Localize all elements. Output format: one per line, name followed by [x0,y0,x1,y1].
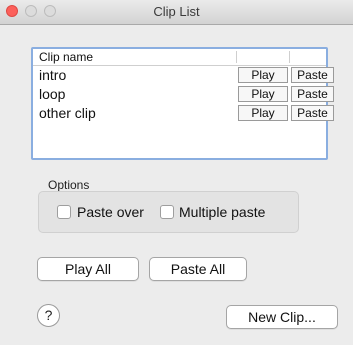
column-header-clip-name[interactable]: Clip name [39,50,93,64]
play-clip-button[interactable]: Play [238,86,288,102]
clip-name-cell: intro [39,67,67,83]
paste-over-checkbox[interactable] [57,205,71,219]
clip-table[interactable]: Clip name intro Play Paste loop Play Pas… [31,47,334,160]
help-icon[interactable]: ? [37,304,60,327]
table-row[interactable]: loop Play Paste [33,85,334,104]
title-bar[interactable]: Clip List [0,0,353,25]
clip-name-cell: other clip [39,105,96,121]
play-all-button[interactable]: Play All [37,257,139,281]
clip-list-window: Clip List Clip name intro Play Paste loo… [0,0,353,345]
multiple-paste-checkbox[interactable] [160,205,174,219]
paste-all-button[interactable]: Paste All [149,257,247,281]
table-row[interactable]: intro Play Paste [33,66,334,85]
options-group-label: Options [48,178,90,192]
options-group: Paste over Multiple paste [38,191,299,233]
window-title: Clip List [153,4,200,19]
paste-clip-button[interactable]: Paste [291,67,334,83]
new-clip-button[interactable]: New Clip... [226,305,338,329]
clip-name-cell: loop [39,86,66,102]
table-row[interactable]: other clip Play Paste [33,104,334,123]
multiple-paste-label[interactable]: Multiple paste [179,204,265,220]
paste-clip-button[interactable]: Paste [291,105,334,121]
play-clip-button[interactable]: Play [238,105,288,121]
column-divider [289,51,290,63]
paste-clip-button[interactable]: Paste [291,86,334,102]
play-clip-button[interactable]: Play [238,67,288,83]
clip-table-header: Clip name [33,49,326,66]
column-divider [236,51,237,63]
paste-over-label[interactable]: Paste over [77,204,144,220]
